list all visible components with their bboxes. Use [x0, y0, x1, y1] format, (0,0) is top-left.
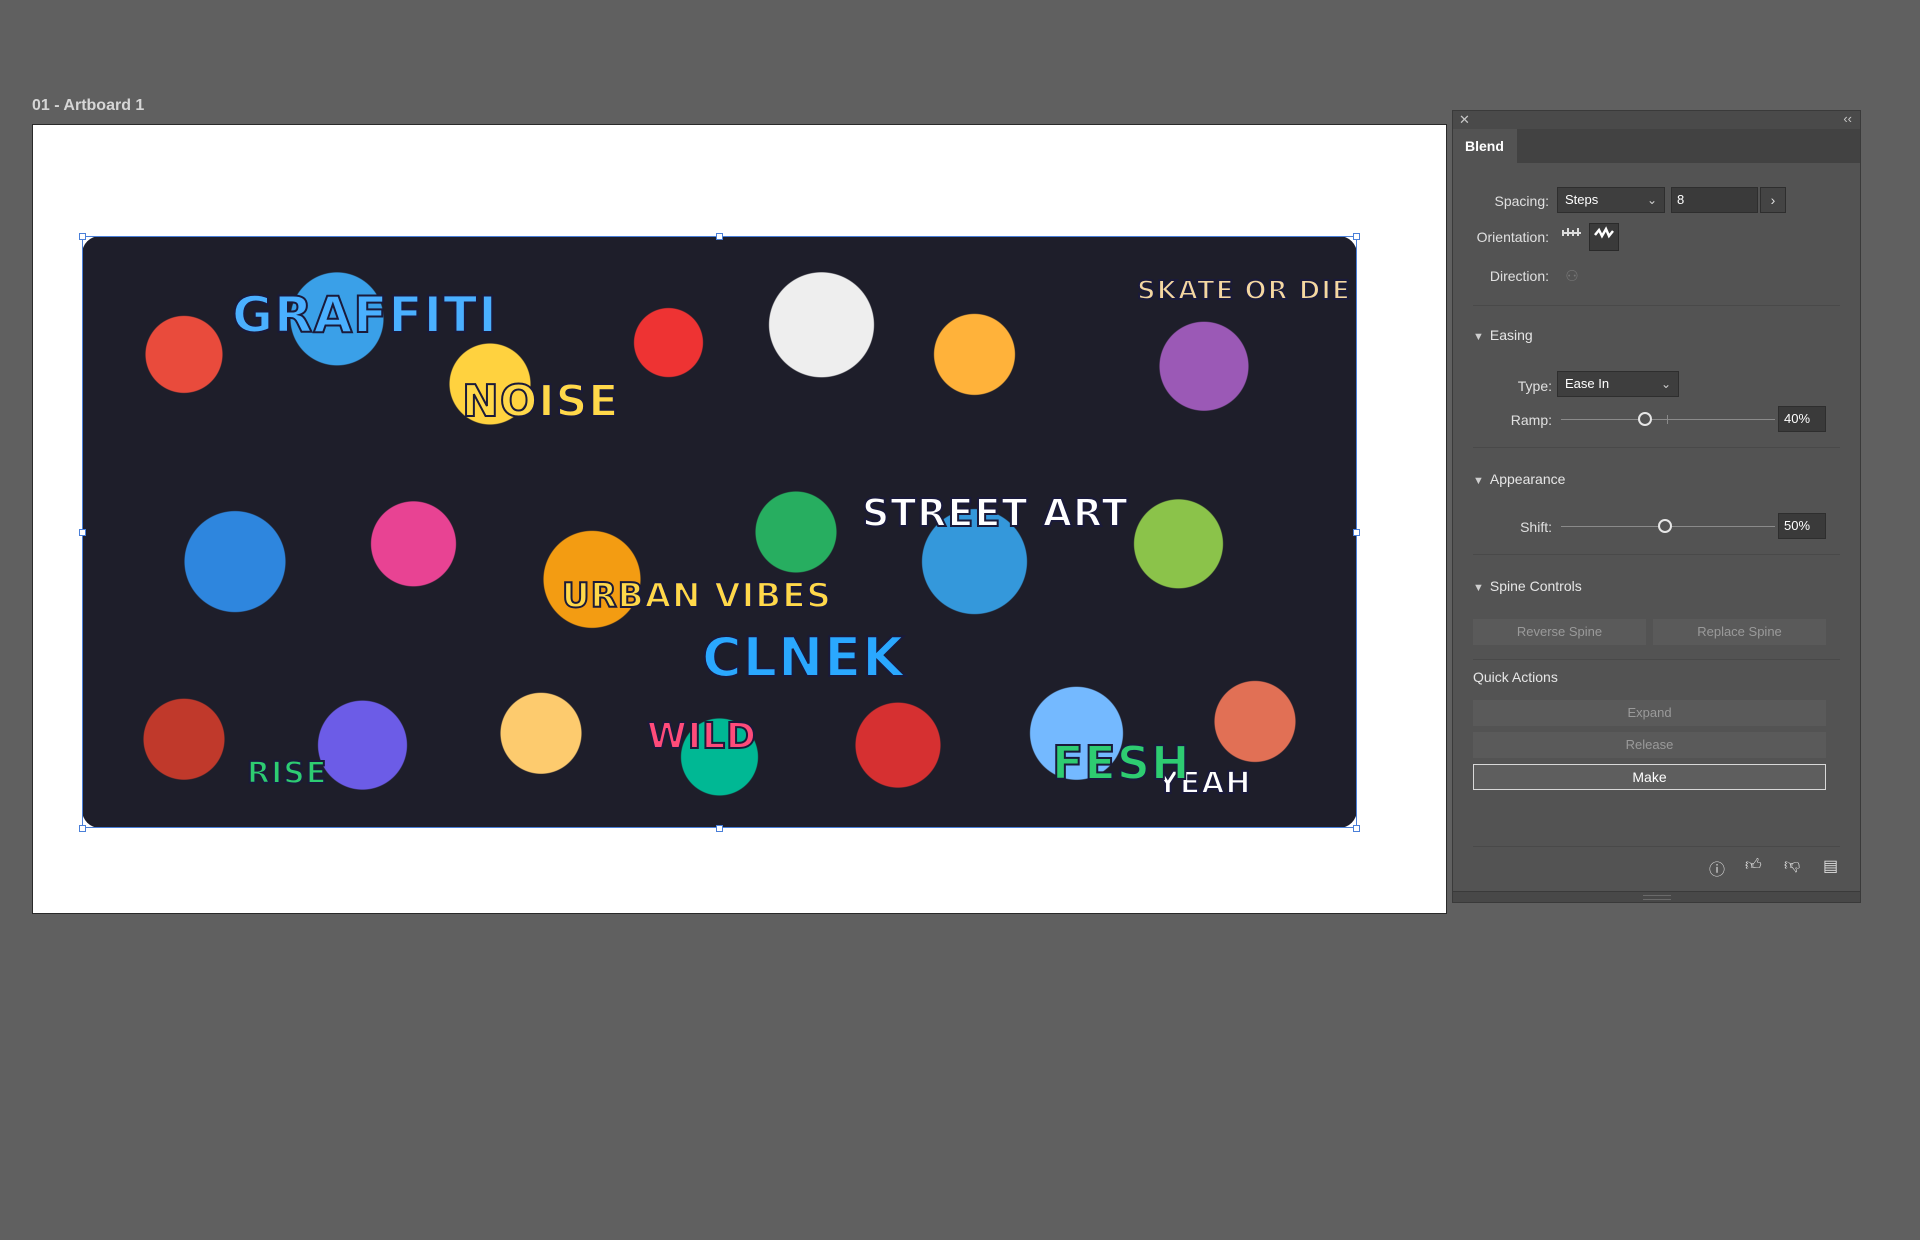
- art-word-urban-vibes: URBAN VIBES: [561, 575, 832, 617]
- divider: [1473, 447, 1840, 448]
- spine-controls-title: Spine Controls: [1489, 578, 1582, 594]
- shift-label: Shift:: [1520, 519, 1552, 535]
- double-chevron-left-icon[interactable]: ‹‹: [1843, 111, 1852, 126]
- divider: [1473, 846, 1840, 847]
- direction-icon: ⚇: [1565, 268, 1579, 285]
- easing-type-label: Type:: [1517, 378, 1552, 394]
- resize-grip-icon[interactable]: [1643, 895, 1671, 900]
- sticker-bomb-artwork[interactable]: GRAFFITI NOISE SKATE OR DIE STREET ART U…: [82, 236, 1357, 828]
- shift-slider-knob[interactable]: [1658, 519, 1672, 533]
- easing-section-header[interactable]: ▼ Easing: [1473, 327, 1533, 343]
- tab-blend[interactable]: Blend: [1453, 129, 1517, 163]
- ramp-slider-default-tick: [1667, 415, 1668, 424]
- ramp-value-field[interactable]: 40%: [1778, 406, 1826, 432]
- spacing-mode-select[interactable]: Steps ⌄: [1557, 187, 1665, 213]
- thumbs-down-icon[interactable]: 👎︎: [1784, 856, 1800, 875]
- art-word-wild: WILD: [646, 715, 757, 758]
- ramp-slider-knob[interactable]: [1638, 412, 1652, 426]
- selection-handle-top-left[interactable]: [79, 233, 86, 240]
- chevron-down-icon: ⌄: [1646, 193, 1657, 207]
- art-word-rise: RISE: [246, 755, 328, 792]
- caret-down-icon: ▼: [1473, 331, 1484, 343]
- selection-handle-bottom-middle[interactable]: [716, 825, 723, 832]
- spacing-steps-input[interactable]: 8: [1671, 187, 1758, 213]
- divider: [1473, 659, 1840, 660]
- art-word-fesh: FESH: [1051, 735, 1191, 791]
- blend-panel: ✕ ‹‹ Blend Spacing: Steps ⌄ 8 › Orientat…: [1452, 110, 1861, 903]
- selection-handle-bottom-left[interactable]: [79, 825, 86, 832]
- spacing-label: Spacing:: [1494, 193, 1549, 209]
- make-button[interactable]: Make: [1473, 764, 1826, 790]
- easing-type-value: Ease In: [1565, 376, 1610, 391]
- selection-handle-middle-left[interactable]: [79, 529, 86, 536]
- ramp-slider-track[interactable]: [1561, 419, 1775, 420]
- divider: [1473, 554, 1840, 555]
- comment-icon[interactable]: ▤: [1823, 856, 1838, 876]
- chevron-down-icon: ⌄: [1660, 377, 1671, 391]
- panel-title-bar[interactable]: ✕ ‹‹: [1453, 111, 1860, 129]
- selection-handle-middle-right[interactable]: [1353, 529, 1360, 536]
- spine-controls-section-header[interactable]: ▼ Spine Controls: [1473, 578, 1582, 594]
- release-button[interactable]: Release: [1473, 732, 1826, 758]
- thumbs-up-icon[interactable]: 👍︎: [1745, 856, 1762, 875]
- divider: [1473, 305, 1840, 306]
- caret-down-icon: ▼: [1473, 582, 1484, 594]
- direction-label: Direction:: [1489, 268, 1549, 284]
- easing-type-select[interactable]: Ease In ⌄: [1557, 371, 1679, 397]
- appearance-section-header[interactable]: ▼ Appearance: [1473, 471, 1565, 487]
- replace-spine-button[interactable]: Replace Spine: [1653, 619, 1826, 645]
- selection-handle-top-middle[interactable]: [716, 233, 723, 240]
- shift-value-field[interactable]: 50%: [1778, 513, 1826, 539]
- close-icon[interactable]: ✕: [1459, 112, 1470, 128]
- chevron-right-icon[interactable]: ›: [1760, 187, 1786, 213]
- align-to-page-icon[interactable]: [1557, 223, 1587, 251]
- quick-actions-title: Quick Actions: [1473, 669, 1558, 685]
- panel-resize-bar[interactable]: [1453, 891, 1860, 902]
- selection-handle-bottom-right[interactable]: [1353, 825, 1360, 832]
- orientation-label: Orientation:: [1476, 229, 1549, 245]
- selection-handle-top-right[interactable]: [1353, 233, 1360, 240]
- art-word-street-art: STREET ART: [861, 490, 1129, 536]
- ramp-label: Ramp:: [1510, 412, 1552, 428]
- artboard-label: 01 - Artboard 1: [32, 97, 145, 114]
- appearance-title: Appearance: [1489, 471, 1566, 487]
- art-word-clnek: CLNEK: [701, 625, 905, 690]
- spacing-mode-value: Steps: [1565, 192, 1599, 207]
- art-word-noise: NOISE: [461, 375, 620, 428]
- reverse-spine-button[interactable]: Reverse Spine: [1473, 619, 1646, 645]
- align-to-path-icon[interactable]: [1589, 223, 1619, 251]
- art-word-graffiti: GRAFFITI: [231, 285, 498, 345]
- expand-button[interactable]: Expand: [1473, 700, 1826, 726]
- easing-title: Easing: [1489, 327, 1533, 343]
- info-icon[interactable]: ⓘ: [1709, 856, 1725, 880]
- caret-down-icon: ▼: [1473, 475, 1484, 487]
- art-word-skate-or-die: SKATE OR DIE: [1136, 275, 1351, 307]
